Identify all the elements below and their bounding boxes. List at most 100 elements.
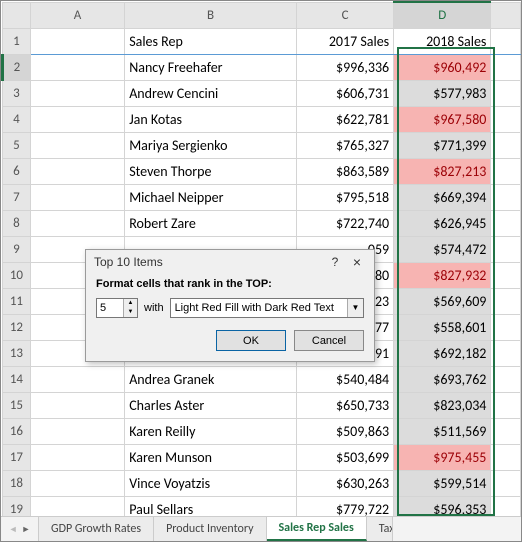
cell[interactable] — [491, 158, 521, 184]
cell[interactable] — [491, 210, 521, 236]
cell-2017[interactable]: $722,740 — [296, 210, 393, 236]
row-header[interactable]: 6 — [3, 158, 31, 184]
cell[interactable] — [30, 132, 124, 158]
cell-2018[interactable]: $669,394 — [394, 184, 491, 210]
cell-rep[interactable]: Andrew Cencini — [125, 80, 297, 106]
cell-rep[interactable]: Robert Zare — [125, 210, 297, 236]
cell-2017[interactable]: $622,781 — [296, 106, 393, 132]
cell[interactable] — [30, 418, 124, 444]
triangle-right-icon[interactable]: ► — [22, 524, 31, 535]
cell-2018[interactable]: $975,455 — [394, 444, 491, 470]
cell[interactable] — [491, 392, 521, 418]
cell-2018[interactable]: $626,945 — [394, 210, 491, 236]
cell-2018[interactable]: $967,580 — [394, 106, 491, 132]
row-header[interactable]: 18 — [3, 470, 31, 496]
header-sales-rep[interactable]: Sales Rep — [125, 28, 297, 54]
row-header[interactable]: 3 — [3, 80, 31, 106]
chevron-down-icon[interactable]: ▼ — [347, 299, 363, 317]
rank-count-input[interactable] — [97, 299, 123, 317]
cell[interactable] — [491, 418, 521, 444]
cell[interactable] — [491, 132, 521, 158]
cell[interactable] — [30, 184, 124, 210]
cell-rep[interactable]: Mariya Sergienko — [125, 132, 297, 158]
cell[interactable] — [491, 54, 521, 80]
cell-rep[interactable]: Steven Thorpe — [125, 158, 297, 184]
tab-nav[interactable]: ◄ ► — [1, 517, 39, 541]
ok-button[interactable]: OK — [216, 330, 286, 351]
format-combo[interactable]: Light Red Fill with Dark Red Text ▼ — [170, 298, 364, 318]
spinner-down-icon[interactable]: ▼ — [124, 308, 137, 317]
cell[interactable] — [30, 470, 124, 496]
cell[interactable] — [30, 106, 124, 132]
cell-2018[interactable]: $771,399 — [394, 132, 491, 158]
row-header[interactable]: 4 — [3, 106, 31, 132]
tab-sales-rep[interactable]: Sales Rep Sales — [267, 517, 367, 541]
cell[interactable] — [491, 288, 521, 314]
cell-rep[interactable]: Vince Voyatzis — [125, 470, 297, 496]
row-header[interactable]: 7 — [3, 184, 31, 210]
triangle-left-icon[interactable]: ◄ — [9, 524, 18, 535]
row-header[interactable]: 5 — [3, 132, 31, 158]
cell-rep[interactable]: Michael Neipper — [125, 184, 297, 210]
cell-2017[interactable]: $540,484 — [296, 366, 393, 392]
row-header[interactable]: 14 — [3, 366, 31, 392]
spinner-up-icon[interactable]: ▲ — [124, 299, 137, 308]
cell-2018[interactable]: $569,609 — [394, 288, 491, 314]
cell-2018[interactable]: $823,034 — [394, 392, 491, 418]
cell[interactable] — [30, 210, 124, 236]
cancel-button[interactable]: Cancel — [294, 330, 364, 351]
row-header[interactable]: 8 — [3, 210, 31, 236]
row-header[interactable]: 17 — [3, 444, 31, 470]
cell[interactable] — [491, 106, 521, 132]
cell[interactable] — [30, 28, 124, 54]
row-header[interactable]: 12 — [3, 314, 31, 340]
col-header-b[interactable]: B — [125, 2, 297, 28]
cell-2017[interactable]: $606,731 — [296, 80, 393, 106]
cell[interactable] — [30, 54, 124, 80]
cell[interactable] — [30, 392, 124, 418]
cell-rep[interactable]: Karen Reilly — [125, 418, 297, 444]
cell[interactable] — [491, 184, 521, 210]
row-header[interactable]: 15 — [3, 392, 31, 418]
cell-2018[interactable]: $574,472 — [394, 236, 491, 262]
cell-2018[interactable]: $511,569 — [394, 418, 491, 444]
row-header[interactable]: 9 — [3, 236, 31, 262]
cell[interactable] — [491, 340, 521, 366]
col-header-c[interactable]: C — [296, 2, 393, 28]
cell-2018[interactable]: $693,762 — [394, 366, 491, 392]
cell[interactable] — [491, 262, 521, 288]
cell-2017[interactable]: $503,699 — [296, 444, 393, 470]
row-header-1[interactable]: 1 — [3, 28, 31, 54]
header-2017[interactable]: 2017 Sales — [296, 28, 393, 54]
dialog-titlebar[interactable]: Top 10 Items ? × — [86, 250, 374, 272]
row-header[interactable]: 2 — [3, 54, 31, 80]
cell-2017[interactable]: $630,263 — [296, 470, 393, 496]
col-header-d[interactable]: D — [394, 2, 491, 28]
cell-2018[interactable]: $692,182 — [394, 340, 491, 366]
cell[interactable] — [491, 314, 521, 340]
cell-rep[interactable]: Jan Kotas — [125, 106, 297, 132]
cell-rep[interactable]: Charles Aster — [125, 392, 297, 418]
cell-2018[interactable]: $558,601 — [394, 314, 491, 340]
help-icon[interactable]: ? — [324, 255, 346, 269]
cell-2017[interactable]: $863,589 — [296, 158, 393, 184]
cell-2018[interactable]: $827,213 — [394, 158, 491, 184]
cell[interactable] — [491, 236, 521, 262]
cell-2017[interactable]: $509,863 — [296, 418, 393, 444]
cell[interactable] — [491, 444, 521, 470]
cell[interactable] — [30, 444, 124, 470]
cell-2018[interactable]: $960,492 — [394, 54, 491, 80]
header-2018[interactable]: 2018 Sales — [394, 28, 491, 54]
select-all-corner[interactable] — [3, 2, 31, 28]
cell[interactable] — [491, 366, 521, 392]
cell[interactable] — [491, 80, 521, 106]
row-header[interactable]: 16 — [3, 418, 31, 444]
cell-2018[interactable]: $577,983 — [394, 80, 491, 106]
cell[interactable] — [30, 158, 124, 184]
cell-2018[interactable]: $827,932 — [394, 262, 491, 288]
cell[interactable] — [30, 80, 124, 106]
cell[interactable] — [491, 470, 521, 496]
cell-rep[interactable]: Nancy Freehafer — [125, 54, 297, 80]
cell-2017[interactable]: $795,518 — [296, 184, 393, 210]
cell-2017[interactable]: $996,336 — [296, 54, 393, 80]
